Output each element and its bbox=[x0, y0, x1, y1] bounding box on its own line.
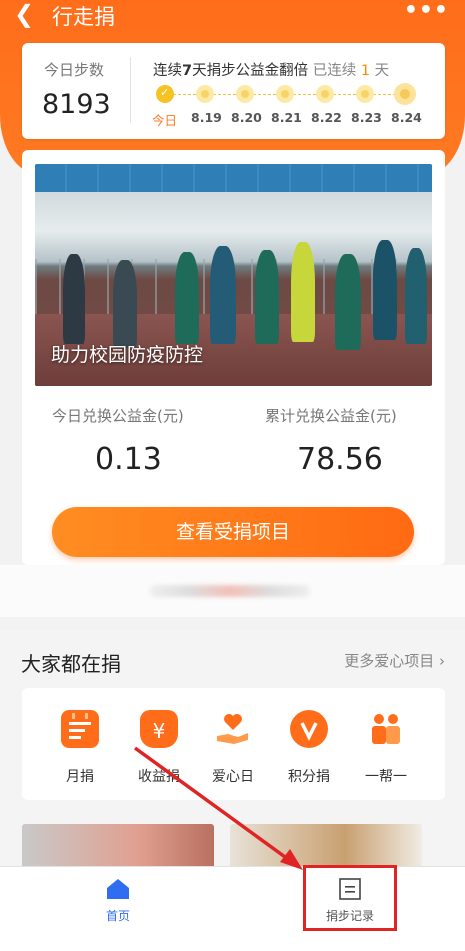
blurred-content bbox=[150, 585, 310, 597]
people-icon bbox=[367, 710, 405, 748]
steps-value: 8193 bbox=[42, 89, 111, 120]
photo-figure bbox=[210, 246, 236, 344]
streak-suffix: 天捐步公益金翻倍 bbox=[192, 63, 309, 79]
photo-roof bbox=[35, 164, 432, 192]
nav-home-label: 首页 bbox=[105, 909, 130, 923]
steps-label: 今日步数 bbox=[44, 61, 105, 79]
more-icon[interactable]: ••• bbox=[404, 0, 449, 23]
more-projects-label: 更多爱心项目 bbox=[344, 652, 435, 670]
coin-icon bbox=[276, 85, 294, 103]
home-icon bbox=[107, 879, 129, 899]
streak-days: 7 bbox=[182, 63, 193, 79]
streak-status-suffix: 天 bbox=[374, 63, 390, 79]
photo-figure bbox=[291, 242, 315, 342]
category-love-day[interactable]: 爱心日 bbox=[198, 710, 268, 786]
points-icon bbox=[290, 710, 328, 748]
streak-status-prefix: 已连续 bbox=[312, 63, 357, 79]
coin-icon bbox=[196, 85, 214, 103]
coin-icon bbox=[316, 85, 334, 103]
calendar-icon bbox=[61, 710, 99, 748]
photo-figure bbox=[113, 260, 137, 348]
top-bar: ❮ 行走捐 ••• bbox=[0, 0, 465, 30]
annotation-highlight-box bbox=[303, 865, 397, 931]
nav-home[interactable]: 首页 bbox=[90, 877, 146, 924]
day-label: 8.21 bbox=[271, 110, 302, 125]
today-donation-label: 今日兑换公益金(元) bbox=[52, 407, 184, 425]
day-label: 8.22 bbox=[311, 110, 342, 125]
photo-figure bbox=[63, 254, 85, 344]
day-label: 今日 bbox=[152, 113, 178, 128]
category-label: 积分捐 bbox=[288, 769, 330, 785]
check-icon bbox=[156, 85, 174, 103]
category-points[interactable]: 积分捐 bbox=[274, 710, 344, 786]
coin-icon bbox=[236, 85, 254, 103]
category-monthly[interactable]: 月捐 bbox=[45, 710, 115, 786]
section-title: 大家都在捐 bbox=[21, 652, 121, 676]
day-label: 8.20 bbox=[231, 110, 262, 125]
chevron-right-icon: › bbox=[434, 652, 445, 670]
view-projects-button[interactable]: 查看受捐项目 bbox=[52, 507, 414, 557]
total-donation-value: 78.56 bbox=[297, 442, 383, 477]
more-projects-link[interactable]: 更多爱心项目 › bbox=[344, 650, 445, 671]
coin-icon bbox=[356, 85, 374, 103]
day-label: 8.23 bbox=[351, 110, 382, 125]
category-label: 一帮一 bbox=[365, 769, 407, 785]
day-label: 8.19 bbox=[191, 110, 222, 125]
category-label: 月捐 bbox=[66, 769, 94, 785]
svg-text:¥: ¥ bbox=[153, 719, 166, 743]
today-donation-value: 0.13 bbox=[95, 442, 162, 477]
heart-hand-icon bbox=[214, 710, 252, 748]
streak-info: 连续7天捐步公益金翻倍 已连续 1 天 bbox=[153, 59, 389, 80]
category-label: 爱心日 bbox=[212, 769, 254, 785]
day-label: 8.24 bbox=[391, 110, 422, 125]
photo-figure bbox=[373, 240, 397, 340]
project-card: 助力校园防疫防控 今日兑换公益金(元) 0.13 累计兑换公益金(元) 78.5… bbox=[22, 150, 445, 565]
photo-figure bbox=[335, 254, 361, 350]
chevron-left-icon[interactable]: ❮ bbox=[14, 2, 34, 26]
total-donation-label: 累计兑换公益金(元) bbox=[265, 407, 397, 425]
photo-figure bbox=[175, 252, 199, 344]
steps-card: 今日步数 8193 连续7天捐步公益金翻倍 已连续 1 天 今日 8.19 8.… bbox=[22, 43, 445, 139]
blurred-strip bbox=[0, 565, 465, 617]
page-title: 行走捐 bbox=[52, 5, 115, 29]
streak-prefix: 连续 bbox=[153, 63, 182, 79]
project-photo[interactable]: 助力校园防疫防控 bbox=[35, 164, 432, 386]
category-one-on-one[interactable]: 一帮一 bbox=[351, 710, 421, 786]
photo-figure bbox=[255, 250, 279, 344]
category-card: 月捐 ¥ 收益捐 爱心日 积分捐 一帮一 bbox=[22, 688, 445, 800]
category-earnings[interactable]: ¥ 收益捐 bbox=[124, 710, 194, 786]
divider bbox=[130, 57, 131, 123]
photo-figure bbox=[405, 248, 427, 344]
photo-caption: 助力校园防疫防控 bbox=[51, 344, 204, 366]
bonus-icon bbox=[394, 83, 416, 105]
money-bag-icon: ¥ bbox=[140, 710, 178, 748]
category-label: 收益捐 bbox=[138, 769, 180, 785]
streak-status-count: 1 bbox=[360, 63, 371, 79]
